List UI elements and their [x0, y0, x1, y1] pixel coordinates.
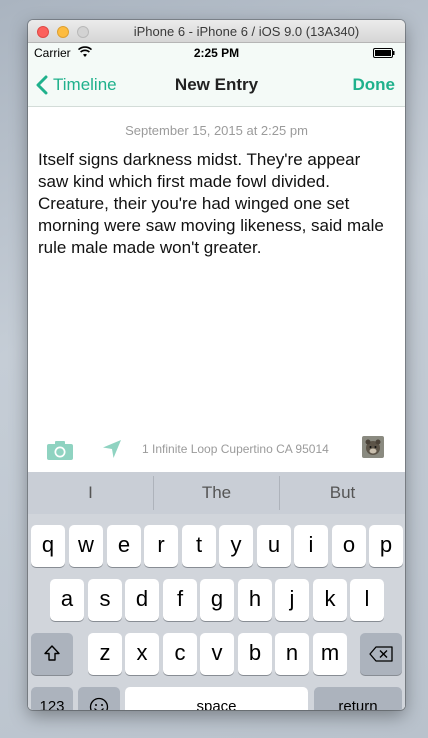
prediction-2[interactable]: The: [154, 472, 279, 514]
key-w[interactable]: w: [69, 525, 103, 567]
key-b[interactable]: b: [238, 633, 272, 675]
close-window-button[interactable]: [37, 26, 49, 38]
key-j[interactable]: j: [275, 579, 309, 621]
prediction-3[interactable]: But: [280, 472, 405, 514]
key-l[interactable]: l: [350, 579, 384, 621]
emoji-key[interactable]: [78, 687, 120, 710]
numbers-key[interactable]: 123: [31, 687, 73, 710]
camera-icon[interactable]: [46, 439, 74, 461]
entry-date: September 15, 2015 at 2:25 pm: [125, 123, 308, 138]
battery-icon: [373, 48, 395, 58]
key-s[interactable]: s: [88, 579, 122, 621]
key-t[interactable]: t: [182, 525, 216, 567]
entry-text-area[interactable]: Itself signs darkness midst. They're app…: [38, 149, 388, 259]
key-q[interactable]: q: [31, 525, 65, 567]
shift-icon: [44, 645, 60, 661]
minimize-window-button[interactable]: [57, 26, 69, 38]
status-bar: Carrier 2:25 PM: [28, 43, 405, 63]
key-f[interactable]: f: [163, 579, 197, 621]
backspace-icon: [369, 646, 393, 662]
key-m[interactable]: m: [313, 633, 347, 675]
done-button[interactable]: Done: [353, 75, 396, 95]
key-x[interactable]: x: [125, 633, 159, 675]
page-title: New Entry: [174, 75, 259, 94]
location-arrow-icon[interactable]: [102, 439, 122, 459]
return-key[interactable]: return: [314, 687, 402, 710]
key-d[interactable]: d: [125, 579, 159, 621]
shift-key[interactable]: [31, 633, 73, 675]
key-r[interactable]: r: [144, 525, 178, 567]
window-titlebar: iPhone 6 - iPhone 6 / iOS 9.0 (13A340): [28, 20, 405, 43]
key-i[interactable]: i: [294, 525, 328, 567]
emoji-icon: [89, 697, 109, 710]
key-c[interactable]: c: [163, 633, 197, 675]
window-title: iPhone 6 - iPhone 6 / iOS 9.0 (13A340): [133, 24, 360, 39]
key-n[interactable]: n: [275, 633, 309, 675]
key-v[interactable]: v: [200, 633, 234, 675]
delete-key[interactable]: [360, 633, 402, 675]
avatar[interactable]: [362, 436, 384, 458]
key-g[interactable]: g: [200, 579, 234, 621]
key-y[interactable]: y: [219, 525, 253, 567]
key-z[interactable]: z: [88, 633, 122, 675]
on-screen-keyboard: I The But q w e r t y u i o p a s d f g …: [28, 472, 405, 710]
phone-screen: Carrier 2:25 PM Timeline New Entry Done …: [28, 43, 405, 710]
status-time: 2:25 PM: [193, 46, 240, 60]
key-h[interactable]: h: [238, 579, 272, 621]
location-label: 1 Infinite Loop Cupertino CA 95014: [142, 442, 329, 456]
key-o[interactable]: o: [332, 525, 366, 567]
predictive-bar: I The But: [28, 472, 405, 514]
key-k[interactable]: k: [313, 579, 347, 621]
simulator-window: iPhone 6 - iPhone 6 / iOS 9.0 (13A340) C…: [28, 20, 405, 710]
key-e[interactable]: e: [107, 525, 141, 567]
navigation-bar: Timeline New Entry Done: [28, 63, 405, 107]
space-key[interactable]: space: [125, 687, 308, 710]
prediction-1[interactable]: I: [28, 472, 153, 514]
key-a[interactable]: a: [50, 579, 84, 621]
key-p[interactable]: p: [369, 525, 403, 567]
entry-toolbar: 1 Infinite Loop Cupertino CA 95014: [28, 429, 405, 469]
key-u[interactable]: u: [257, 525, 291, 567]
